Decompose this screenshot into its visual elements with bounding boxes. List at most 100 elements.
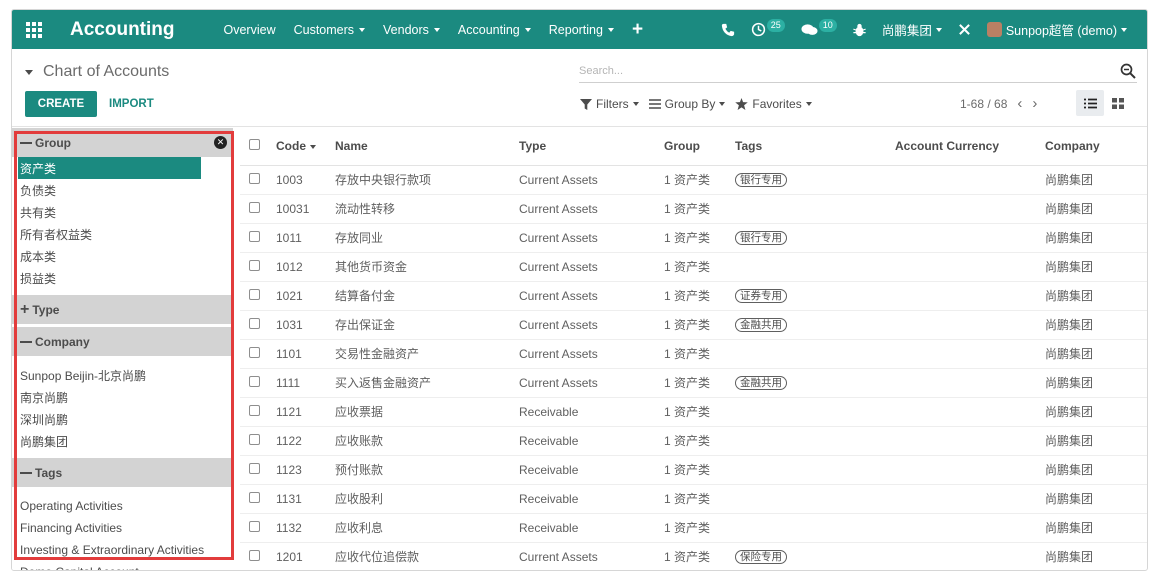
row-checkbox[interactable] (240, 368, 276, 398)
column-header-type[interactable]: Type (519, 128, 664, 166)
tag-filter-item[interactable]: Investing & Extraordinary Activities (12, 539, 233, 561)
search-input[interactable] (579, 61, 1099, 81)
pager-value[interactable]: 1-68 / 68 (960, 97, 1007, 111)
select-all-checkbox[interactable] (240, 128, 276, 166)
cell-group: 1 资产类 (664, 426, 735, 456)
groupby-dropdown[interactable]: Group By (648, 97, 726, 111)
main-menu: Overview Customers Vendors Accounting Report… (215, 10, 623, 49)
tag-filter-item[interactable]: Financing Activities (12, 517, 233, 539)
tag-badge: 金融共用 (735, 318, 787, 332)
column-header-code[interactable]: Code (276, 128, 335, 166)
cell-type: Current Assets (519, 368, 664, 398)
chevron-down-icon[interactable] (25, 69, 33, 75)
apps-menu-icon[interactable] (12, 10, 56, 49)
group-filter-item[interactable]: 共有类 (12, 201, 233, 223)
row-checkbox[interactable] (240, 484, 276, 514)
row-checkbox[interactable] (240, 455, 276, 485)
table-row[interactable]: 1012 其他货币资金 Current Assets 1 资产类 尚鹏集团 (240, 252, 1147, 282)
favorites-dropdown[interactable]: Favorites (735, 97, 812, 111)
table-row[interactable]: 1121 应收票据 Receivable 1 资产类 尚鹏集团 (240, 397, 1147, 427)
create-button[interactable]: CREATE (25, 91, 97, 117)
company-filter-item[interactable]: 尚鹏集团 (12, 430, 233, 452)
table-row[interactable]: 1132 应收利息 Receivable 1 资产类 尚鹏集团 (240, 513, 1147, 543)
row-checkbox[interactable] (240, 165, 276, 195)
quick-create-icon[interactable]: + (623, 19, 652, 41)
group-filter-item[interactable]: 负债类 (12, 179, 233, 201)
list-bars-icon (648, 99, 661, 109)
table-row[interactable]: 1003 存放中央银行款项 Current Assets 1 资产类 银行专用 尚鹏集团 (240, 165, 1147, 195)
chevron-left-icon[interactable]: ‹ (1017, 96, 1022, 111)
group-section-header[interactable]: Group ✕ (12, 128, 233, 157)
cell-code: 1131 (276, 484, 335, 514)
cell-tags (735, 426, 895, 456)
menu-item-accounting[interactable]: Accounting (449, 10, 540, 49)
import-button[interactable]: IMPORT (97, 91, 166, 117)
menu-item-vendors[interactable]: Vendors (374, 10, 449, 49)
table-row[interactable]: 1011 存放同业 Current Assets 1 资产类 银行专用 尚鹏集团 (240, 223, 1147, 253)
app-title[interactable]: Accounting (70, 19, 175, 41)
company-filter-item[interactable]: 深圳尚鹏 (12, 408, 233, 430)
cell-name: 存放同业 (335, 223, 519, 253)
row-checkbox[interactable] (240, 339, 276, 369)
group-filter-item[interactable]: 损益类 (12, 267, 233, 289)
tag-filter-item[interactable]: Demo Capital Account (12, 561, 233, 570)
table-row[interactable]: 1031 存出保证金 Current Assets 1 资产类 金融共用 尚鹏集团 (240, 310, 1147, 340)
column-header-group[interactable]: Group (664, 128, 735, 166)
table-row[interactable]: 10031 流动性转移 Current Assets 1 资产类 尚鹏集团 (240, 194, 1147, 224)
company-filter-item[interactable]: 南京尚鹏 (12, 386, 233, 408)
phone-icon[interactable] (713, 10, 743, 49)
table-row[interactable]: 1201 应收代位追偿款 Current Assets 1 资产类 保险专用 尚鹏集团 (240, 542, 1147, 570)
menu-item-label: Reporting (548, 22, 603, 37)
tags-section-header[interactable]: Tags (12, 458, 233, 487)
table-row[interactable]: 1101 交易性金融资产 Current Assets 1 资产类 尚鹏集团 (240, 339, 1147, 369)
company-section-header[interactable]: Company (12, 327, 233, 356)
row-checkbox[interactable] (240, 281, 276, 311)
list-view-icon (1083, 98, 1097, 108)
row-checkbox[interactable] (240, 223, 276, 253)
company-switcher[interactable]: 尚鹏集团 (874, 10, 950, 49)
table-row[interactable]: 1122 应收账款 Receivable 1 资产类 尚鹏集团 (240, 426, 1147, 456)
cell-name: 应收代位追偿款 (335, 542, 519, 570)
table-row[interactable]: 1123 预付账款 Receivable 1 资产类 尚鹏集团 (240, 455, 1147, 485)
chevron-right-icon[interactable]: › (1032, 96, 1037, 111)
column-header-tags[interactable]: Tags (735, 128, 895, 166)
group-filter-item[interactable]: 资产类 (18, 157, 201, 179)
group-filter-item[interactable]: 所有者权益类 (12, 223, 233, 245)
column-header-currency[interactable]: Account Currency (895, 128, 1045, 166)
tools-close-icon[interactable] (950, 10, 979, 49)
tag-filter-item[interactable]: Operating Activities (12, 495, 233, 517)
kanban-view-button[interactable] (1104, 90, 1132, 116)
company-filter-item[interactable]: Sunpop Beijin-北京尚鹏 (12, 364, 233, 386)
user-menu[interactable]: Sunpop超管 (demo) (979, 10, 1135, 49)
type-section-header[interactable]: + Type (12, 295, 233, 324)
row-checkbox[interactable] (240, 194, 276, 224)
table-row[interactable]: 1111 买入返售金融资产 Current Assets 1 资产类 金融共用 尚鹏集团 (240, 368, 1147, 398)
row-checkbox[interactable] (240, 397, 276, 427)
list-view-button[interactable] (1076, 90, 1104, 116)
cell-type: Current Assets (519, 281, 664, 311)
chevron-down-icon (524, 27, 531, 32)
kanban-grid-icon (1112, 97, 1124, 109)
row-checkbox[interactable] (240, 513, 276, 543)
messages-icon[interactable]: 10 (793, 10, 845, 49)
filters-dropdown[interactable]: Filters (580, 97, 639, 111)
activity-clock-icon[interactable]: 25 (743, 10, 793, 49)
cell-code: 1123 (276, 455, 335, 485)
row-checkbox[interactable] (240, 310, 276, 340)
row-checkbox[interactable] (240, 426, 276, 456)
column-header-company[interactable]: Company (1045, 128, 1147, 166)
clear-filter-icon[interactable]: ✕ (214, 136, 227, 149)
row-checkbox[interactable] (240, 252, 276, 282)
column-header-name[interactable]: Name (335, 128, 519, 166)
row-checkbox[interactable] (240, 542, 276, 570)
cell-name: 存出保证金 (335, 310, 519, 340)
search-icon[interactable] (1119, 62, 1137, 80)
menu-item-overview[interactable]: Overview (215, 10, 285, 49)
menu-item-customers[interactable]: Customers (285, 10, 374, 49)
menu-item-reporting[interactable]: Reporting (540, 10, 623, 49)
cell-currency (895, 252, 1045, 282)
debug-bug-icon[interactable] (845, 10, 874, 49)
table-row[interactable]: 1021 结算备付金 Current Assets 1 资产类 证券专用 尚鹏集团 (240, 281, 1147, 311)
group-filter-item[interactable]: 成本类 (12, 245, 233, 267)
table-row[interactable]: 1131 应收股利 Receivable 1 资产类 尚鹏集团 (240, 484, 1147, 514)
